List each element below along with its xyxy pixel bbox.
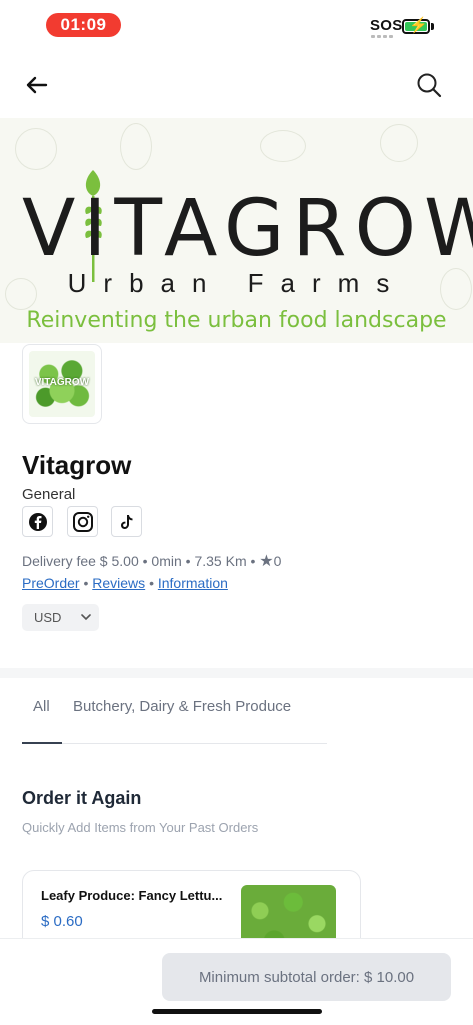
currency-value: USD — [34, 610, 62, 625]
back-arrow-icon[interactable] — [22, 70, 52, 100]
star-icon: ★ — [259, 553, 274, 570]
information-link[interactable]: Information — [158, 575, 228, 591]
section-subtitle: Quickly Add Items from Your Past Orders — [22, 820, 259, 835]
product-price: $ 0.60 — [41, 913, 83, 930]
facebook-icon[interactable] — [22, 506, 53, 537]
reviews-link[interactable]: Reviews — [92, 575, 145, 591]
store-links: PreOrder • Reviews • Information — [22, 575, 228, 591]
store-logo-text: VITAGROW — [34, 377, 90, 388]
chevron-down-icon — [81, 614, 92, 621]
status-time: 01:09 — [46, 13, 121, 37]
distance: 7.35 Km — [194, 553, 247, 569]
tiktok-icon[interactable] — [111, 506, 142, 537]
section-divider — [0, 668, 473, 678]
instagram-icon[interactable] — [67, 506, 98, 537]
sos-indicator: SOS — [370, 17, 403, 34]
home-indicator — [152, 1009, 322, 1014]
section-title: Order it Again — [22, 788, 142, 808]
tab-butchery-dairy-produce[interactable]: Butchery, Dairy & Fresh Produce — [73, 698, 291, 715]
store-category: General — [22, 486, 76, 503]
banner-tagline: Reinventing the urban food landscape — [26, 308, 447, 333]
store-logo: VITAGROW — [22, 344, 102, 424]
signal-dots — [371, 35, 393, 38]
tabs-underline — [22, 743, 327, 744]
store-banner: VITAGROW Urban Farms Reinventing the urb… — [0, 118, 473, 343]
currency-select[interactable]: USD — [22, 604, 99, 631]
active-tab-indicator — [22, 742, 62, 744]
rating-value: 0 — [273, 553, 282, 569]
banner-subtitle: Urban Farms — [67, 268, 407, 298]
delivery-info: Delivery fee $ 5.00 • 0min • 7.35 Km • ★… — [22, 553, 282, 570]
store-name: Vitagrow — [22, 450, 132, 480]
preorder-link[interactable]: PreOrder — [22, 575, 80, 591]
charging-bolt-icon: ⚡ — [409, 17, 428, 34]
search-icon[interactable] — [414, 70, 444, 100]
battery-tip — [431, 23, 434, 30]
tab-all[interactable]: All — [33, 698, 50, 715]
banner-brand: VITAGROW — [22, 184, 473, 274]
delivery-fee: Delivery fee $ 5.00 — [22, 553, 139, 569]
delivery-time: 0min — [151, 553, 182, 569]
product-name: Leafy Produce: Fancy Lettu... — [41, 888, 223, 903]
min-order-button[interactable]: Minimum subtotal order: $ 10.00 — [162, 953, 451, 1001]
